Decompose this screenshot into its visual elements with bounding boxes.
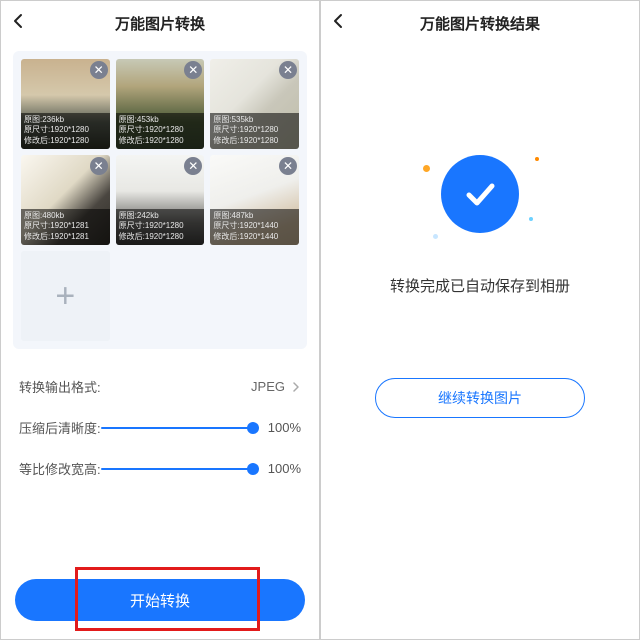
page-title: 万能图片转换	[115, 13, 205, 34]
format-value: JPEG	[251, 379, 285, 394]
slider-thumb-icon[interactable]	[247, 463, 259, 475]
thumb-size: 原图:535kb	[213, 115, 296, 125]
back-icon[interactable]	[331, 13, 347, 33]
back-icon[interactable]	[11, 13, 27, 33]
thumb-meta: 原图:242kb 原尺寸:1920*1280 修改后:1920*1280	[116, 209, 205, 245]
image-thumb[interactable]: ✕ 原图:453kb 原尺寸:1920*1280 修改后:1920*1280	[116, 59, 205, 149]
thumb-mod: 修改后:1920*1280	[213, 136, 296, 146]
thumb-mod: 修改后:1920*1280	[24, 136, 107, 146]
ratio-value: 100%	[263, 461, 301, 476]
clarity-slider[interactable]	[101, 420, 253, 436]
result-screen: 万能图片转换结果 转换完成已自动保存到相册 继续转换图片	[320, 0, 640, 640]
ratio-label: 等比修改宽高:	[19, 459, 101, 478]
remove-icon[interactable]: ✕	[279, 61, 297, 79]
decoration-dot	[423, 165, 430, 172]
add-image-button[interactable]: +	[21, 251, 110, 341]
plus-icon: +	[55, 277, 75, 316]
decoration-dot	[535, 157, 539, 161]
image-thumb[interactable]: ✕ 原图:236kb 原尺寸:1920*1280 修改后:1920*1280	[21, 59, 110, 149]
thumb-size: 原图:242kb	[119, 211, 202, 221]
thumb-orig: 原尺寸:1920*1280	[24, 125, 107, 135]
thumb-meta: 原图:480kb 原尺寸:1920*1281 修改后:1920*1281	[21, 209, 110, 245]
result-message: 转换完成已自动保存到相册	[390, 275, 570, 296]
thumb-meta: 原图:487kb 原尺寸:1920*1440 修改后:1920*1440	[210, 209, 299, 245]
format-label: 转换输出格式:	[19, 377, 101, 396]
image-thumb[interactable]: ✕ 原图:487kb 原尺寸:1920*1440 修改后:1920*1440	[210, 155, 299, 245]
page-title: 万能图片转换结果	[420, 13, 540, 34]
thumb-orig: 原尺寸:1920*1440	[213, 221, 296, 231]
thumb-meta: 原图:236kb 原尺寸:1920*1280 修改后:1920*1280	[21, 113, 110, 149]
chevron-right-icon	[291, 379, 301, 395]
remove-icon[interactable]: ✕	[90, 61, 108, 79]
ratio-row: 等比修改宽高: 100%	[19, 459, 301, 478]
thumb-size: 原图:480kb	[24, 211, 107, 221]
thumb-orig: 原尺寸:1920*1280	[213, 125, 296, 135]
clarity-row: 压缩后清晰度: 100%	[19, 418, 301, 437]
thumb-orig: 原尺寸:1920*1280	[119, 125, 202, 135]
decoration-dot	[529, 217, 533, 221]
image-thumb[interactable]: ✕ 原图:535kb 原尺寸:1920*1280 修改后:1920*1280	[210, 59, 299, 149]
thumb-mod: 修改后:1920*1440	[213, 232, 296, 242]
image-thumb[interactable]: ✕ 原图:480kb 原尺寸:1920*1281 修改后:1920*1281	[21, 155, 110, 245]
start-convert-button[interactable]: 开始转换	[15, 579, 305, 621]
thumb-mod: 修改后:1920*1280	[119, 136, 202, 146]
remove-icon[interactable]: ✕	[90, 157, 108, 175]
continue-convert-button[interactable]: 继续转换图片	[375, 378, 585, 418]
thumb-meta: 原图:453kb 原尺寸:1920*1280 修改后:1920*1280	[116, 113, 205, 149]
thumb-orig: 原尺寸:1920*1281	[24, 221, 107, 231]
remove-icon[interactable]: ✕	[279, 157, 297, 175]
remove-icon[interactable]: ✕	[184, 61, 202, 79]
header: 万能图片转换结果	[321, 1, 639, 45]
image-grid: ✕ 原图:236kb 原尺寸:1920*1280 修改后:1920*1280 ✕…	[13, 51, 307, 349]
continue-label: 继续转换图片	[438, 388, 522, 408]
thumb-orig: 原尺寸:1920*1280	[119, 221, 202, 231]
clarity-label: 压缩后清晰度:	[19, 418, 101, 437]
start-convert-label: 开始转换	[130, 590, 190, 611]
ratio-slider[interactable]	[101, 461, 253, 477]
thumb-size: 原图:453kb	[119, 115, 202, 125]
success-check-icon	[441, 155, 519, 233]
slider-thumb-icon[interactable]	[247, 422, 259, 434]
header: 万能图片转换	[1, 1, 319, 45]
remove-icon[interactable]: ✕	[184, 157, 202, 175]
format-row[interactable]: 转换输出格式: JPEG	[19, 377, 301, 396]
settings: 转换输出格式: JPEG 压缩后清晰度: 100% 等比修改宽高:	[19, 377, 301, 500]
thumb-mod: 修改后:1920*1280	[119, 232, 202, 242]
thumb-meta: 原图:535kb 原尺寸:1920*1280 修改后:1920*1280	[210, 113, 299, 149]
thumb-size: 原图:236kb	[24, 115, 107, 125]
image-thumb[interactable]: ✕ 原图:242kb 原尺寸:1920*1280 修改后:1920*1280	[116, 155, 205, 245]
clarity-value: 100%	[263, 420, 301, 435]
thumb-mod: 修改后:1920*1281	[24, 232, 107, 242]
converter-screen: 万能图片转换 ✕ 原图:236kb 原尺寸:1920*1280 修改后:1920…	[0, 0, 320, 640]
decoration-dot	[433, 234, 438, 239]
thumb-size: 原图:487kb	[213, 211, 296, 221]
